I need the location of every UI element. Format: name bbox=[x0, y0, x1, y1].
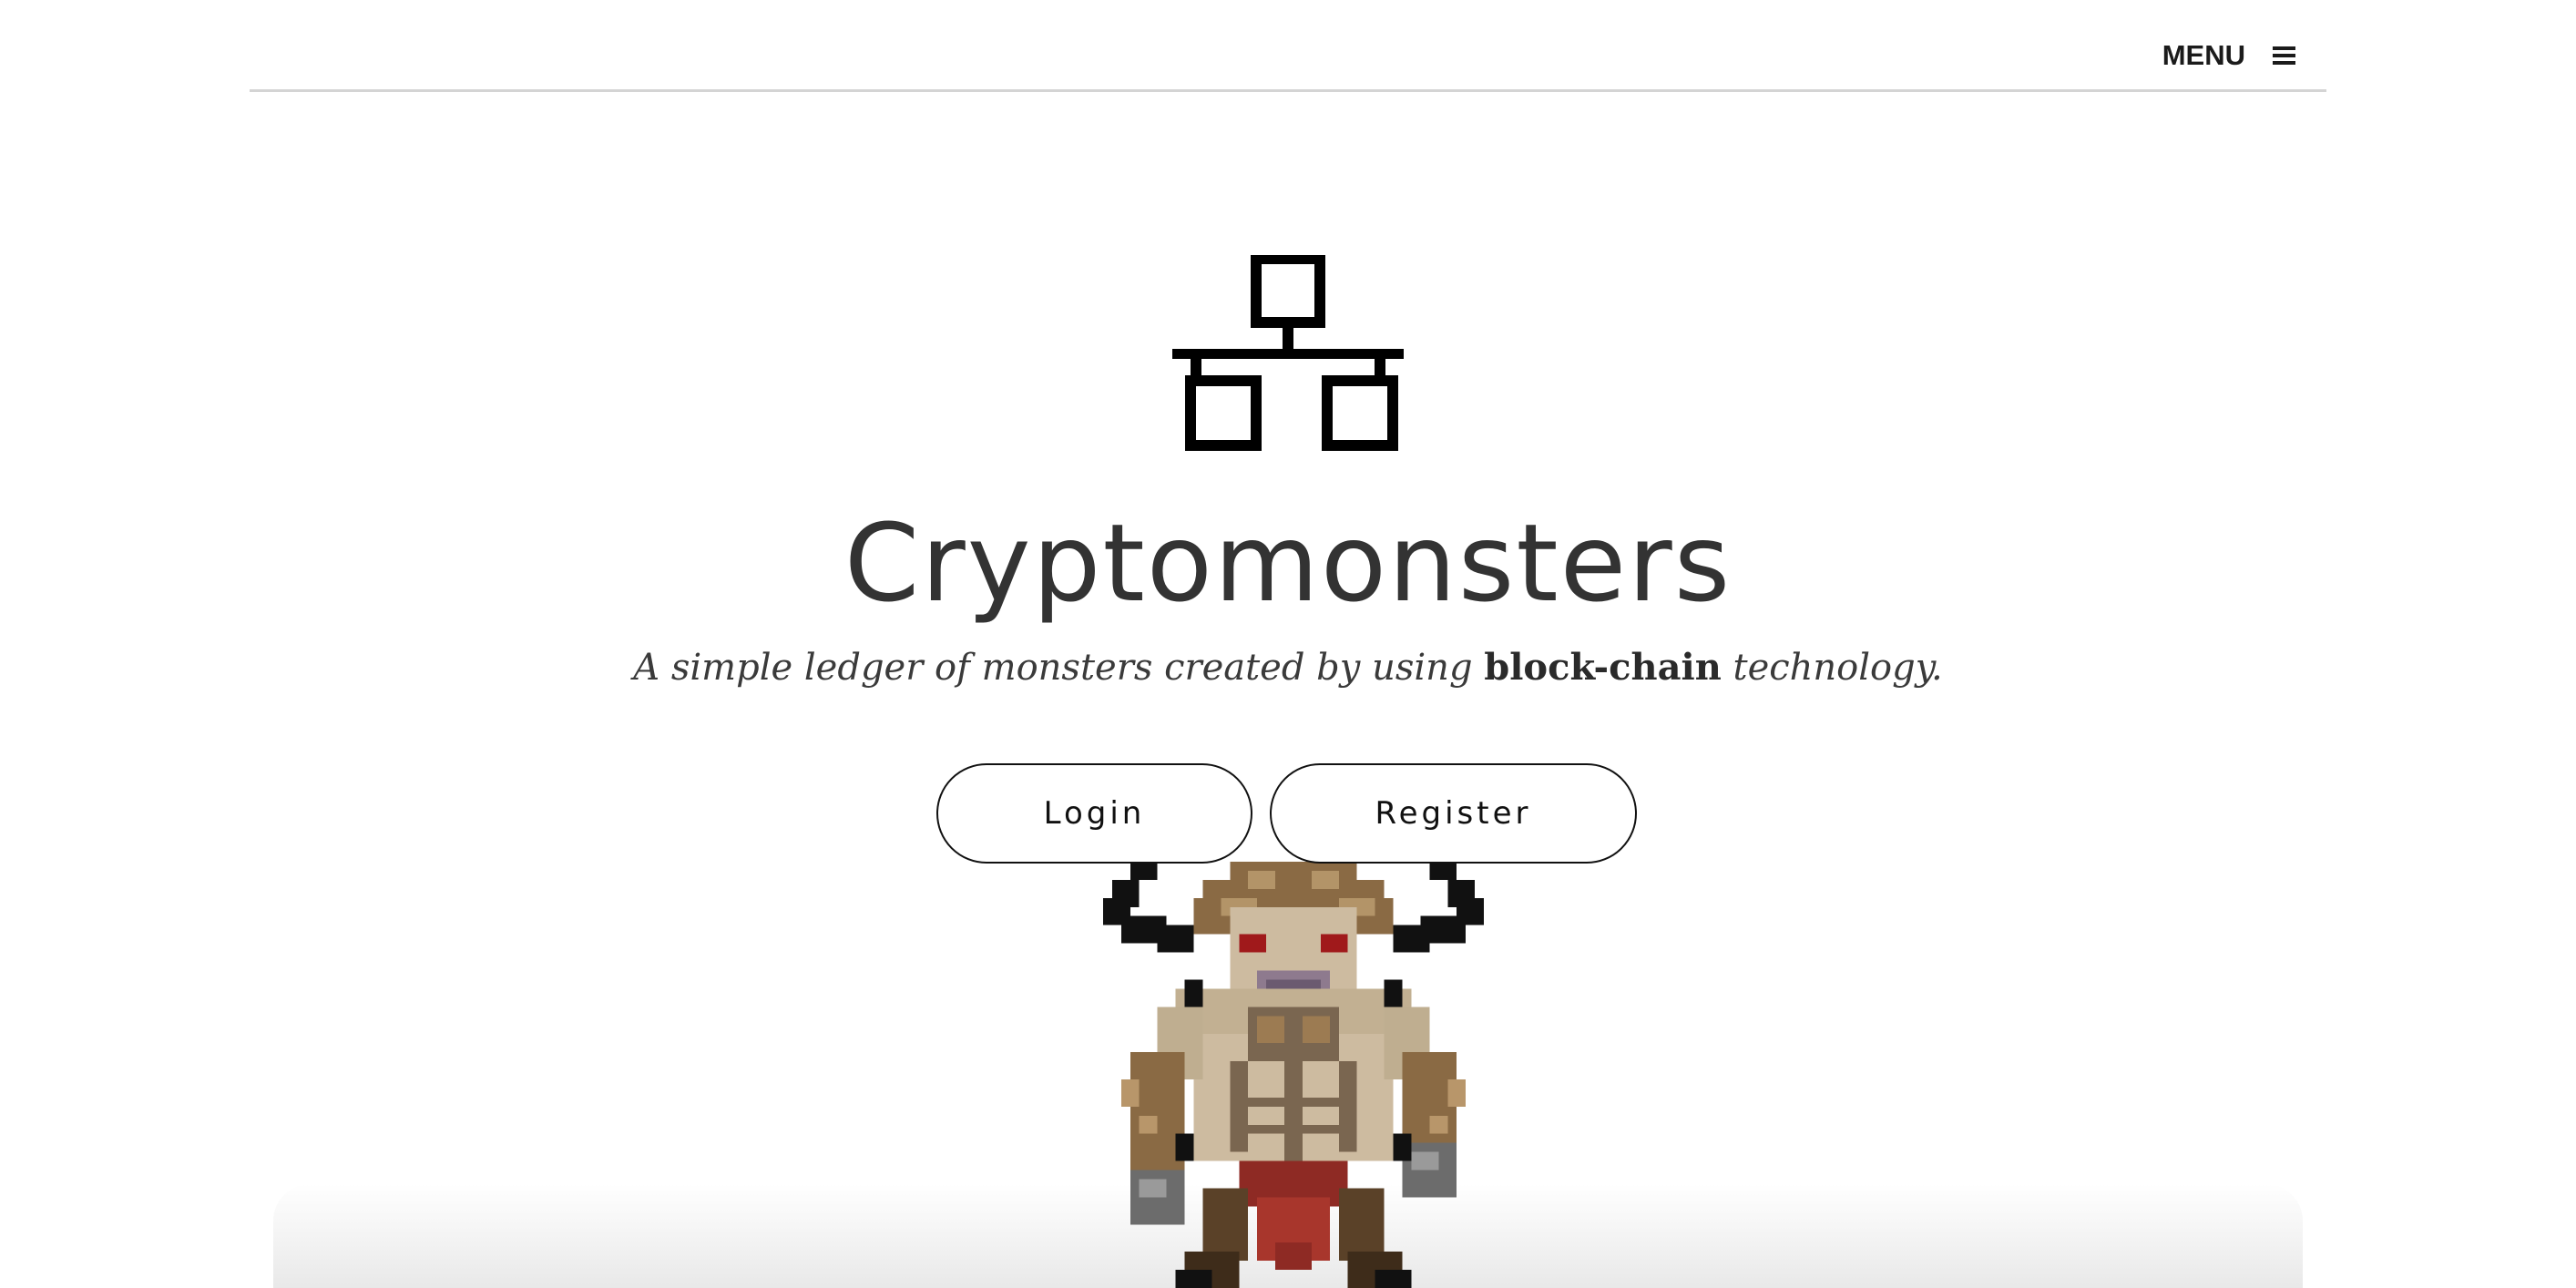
tagline-text-before: A simple ledger of monsters created by u… bbox=[633, 647, 1485, 689]
register-button[interactable]: Register bbox=[1270, 763, 1637, 864]
hamburger-icon bbox=[2273, 46, 2295, 65]
page: MENU Cryptomonsters A simple ledger of m… bbox=[0, 0, 2576, 1288]
menu-label: MENU bbox=[2162, 39, 2245, 71]
page-title: Cryptomonsters bbox=[843, 500, 1733, 626]
tagline: A simple ledger of monsters created by u… bbox=[0, 640, 2576, 695]
tagline-emphasis: block-chain bbox=[1484, 646, 1722, 689]
top-navigation-bar: MENU bbox=[250, 0, 2326, 92]
menu-button[interactable]: MENU bbox=[2162, 33, 2295, 78]
network-hierarchy-icon bbox=[1172, 255, 1404, 451]
login-button[interactable]: Login bbox=[936, 763, 1252, 864]
tagline-text-after: technology. bbox=[1721, 647, 1943, 689]
monster-illustration bbox=[1102, 862, 1485, 1288]
